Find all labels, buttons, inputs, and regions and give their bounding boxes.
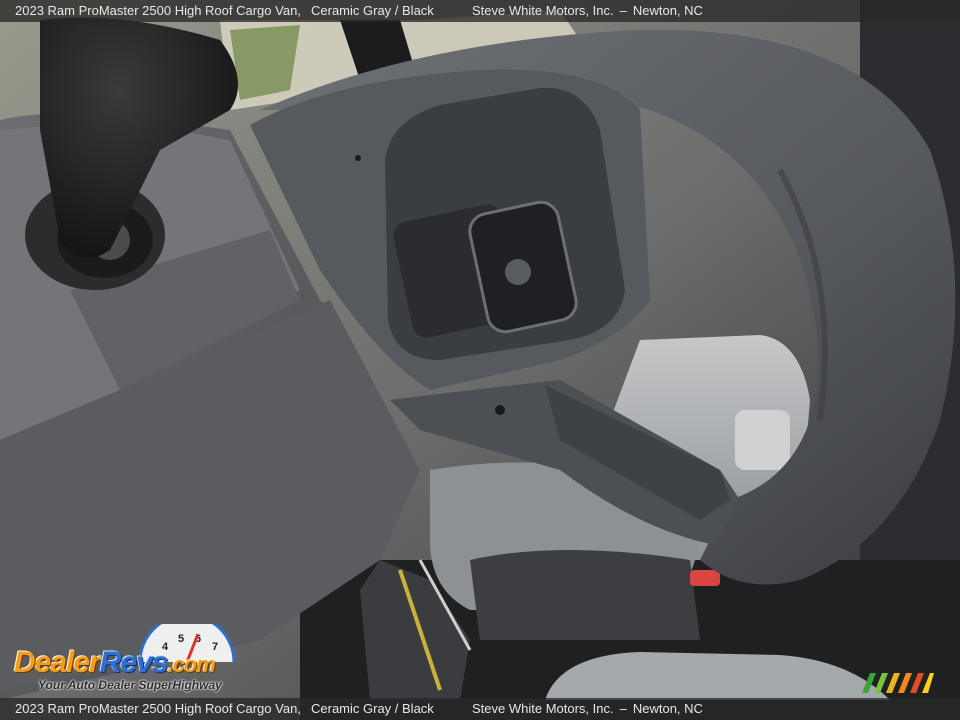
vehicle-title: 2023 Ram ProMaster 2500 High Roof Cargo … bbox=[15, 701, 301, 716]
gauge-number: 5 bbox=[178, 633, 184, 645]
vehicle-title: 2023 Ram ProMaster 2500 High Roof Cargo … bbox=[15, 3, 301, 18]
dealer-name: Steve White Motors, Inc. bbox=[472, 701, 614, 716]
photo-frame: 2023 Ram ProMaster 2500 High Roof Cargo … bbox=[0, 0, 960, 720]
dealer-separator: – bbox=[619, 701, 627, 716]
dealer-separator: – bbox=[619, 3, 627, 18]
vehicle-color: Ceramic Gray / Black bbox=[311, 701, 434, 716]
vehicle-color: Ceramic Gray / Black bbox=[311, 3, 434, 18]
wordmark-dealer: Dealer bbox=[14, 646, 101, 679]
dealer-info: Steve White Motors, Inc. – Newton, NC bbox=[472, 0, 703, 22]
dealerrevs-wordmark: DealerRevs.com bbox=[14, 646, 216, 680]
color-stripes-icon bbox=[862, 673, 934, 693]
steering-wheel-photo bbox=[0, 0, 960, 720]
caption-bar-bottom: 2023 Ram ProMaster 2500 High Roof Cargo … bbox=[0, 698, 960, 720]
dealerrevs-tagline: Your Auto Dealer SuperHighway bbox=[38, 678, 222, 692]
caption-bar-top: 2023 Ram ProMaster 2500 High Roof Cargo … bbox=[0, 0, 960, 22]
dealerrevs-watermark-logo: 4 5 6 7 DealerRevs.com Your Auto Dealer … bbox=[12, 624, 272, 698]
dealer-info: Steve White Motors, Inc. – Newton, NC bbox=[472, 698, 703, 720]
wordmark-revs: Revs bbox=[99, 646, 169, 679]
dealer-location: Newton, NC bbox=[632, 3, 703, 18]
dealer-name: Steve White Motors, Inc. bbox=[472, 3, 614, 18]
wordmark-com: .com bbox=[167, 652, 215, 677]
dealer-location: Newton, NC bbox=[632, 701, 703, 716]
